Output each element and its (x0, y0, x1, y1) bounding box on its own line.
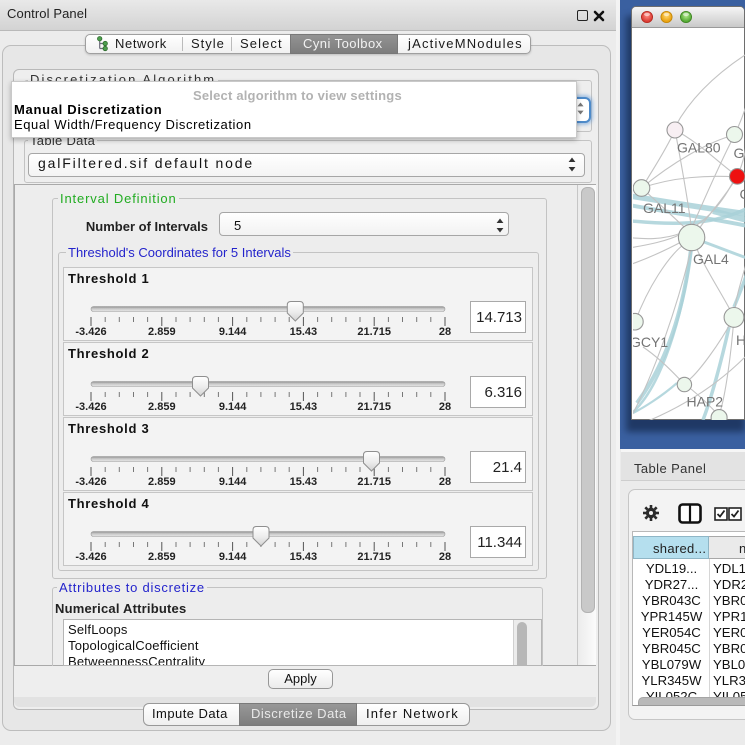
svg-text:21.715: 21.715 (357, 551, 391, 563)
svg-text:28: 28 (439, 401, 451, 413)
svg-text:28: 28 (439, 476, 451, 488)
svg-text:HIS: HIS (736, 332, 745, 348)
svg-text:15.43: 15.43 (290, 401, 318, 413)
svg-text:GCY1: GCY1 (633, 334, 668, 350)
svg-text:-3.426: -3.426 (75, 401, 106, 413)
svg-text:-3.426: -3.426 (75, 476, 106, 488)
svg-text:CYC: CYC (740, 186, 745, 202)
svg-text:15.43: 15.43 (290, 551, 318, 563)
svg-text:21.715: 21.715 (357, 326, 391, 338)
svg-text:28: 28 (439, 551, 451, 563)
svg-text:GAL: GAL (734, 145, 745, 161)
svg-text:9.144: 9.144 (219, 551, 247, 563)
svg-text:GAL11: GAL11 (643, 200, 686, 216)
svg-text:HAP2: HAP2 (687, 394, 724, 410)
svg-text:15.43: 15.43 (290, 326, 318, 338)
svg-text:GAL80: GAL80 (677, 140, 721, 156)
svg-text:-3.426: -3.426 (75, 551, 106, 563)
svg-text:2.859: 2.859 (148, 401, 176, 413)
svg-text:21.715: 21.715 (357, 401, 391, 413)
svg-text:2.859: 2.859 (148, 551, 176, 563)
svg-text:GAL4: GAL4 (693, 251, 729, 267)
svg-text:2.859: 2.859 (148, 326, 176, 338)
svg-text:28: 28 (439, 326, 451, 338)
svg-text:21.715: 21.715 (357, 476, 391, 488)
svg-text:9.144: 9.144 (219, 476, 247, 488)
svg-text:2.859: 2.859 (148, 476, 176, 488)
svg-text:-3.426: -3.426 (75, 326, 106, 338)
svg-text:9.144: 9.144 (219, 401, 247, 413)
svg-text:15.43: 15.43 (290, 476, 318, 488)
svg-text:9.144: 9.144 (219, 326, 247, 338)
